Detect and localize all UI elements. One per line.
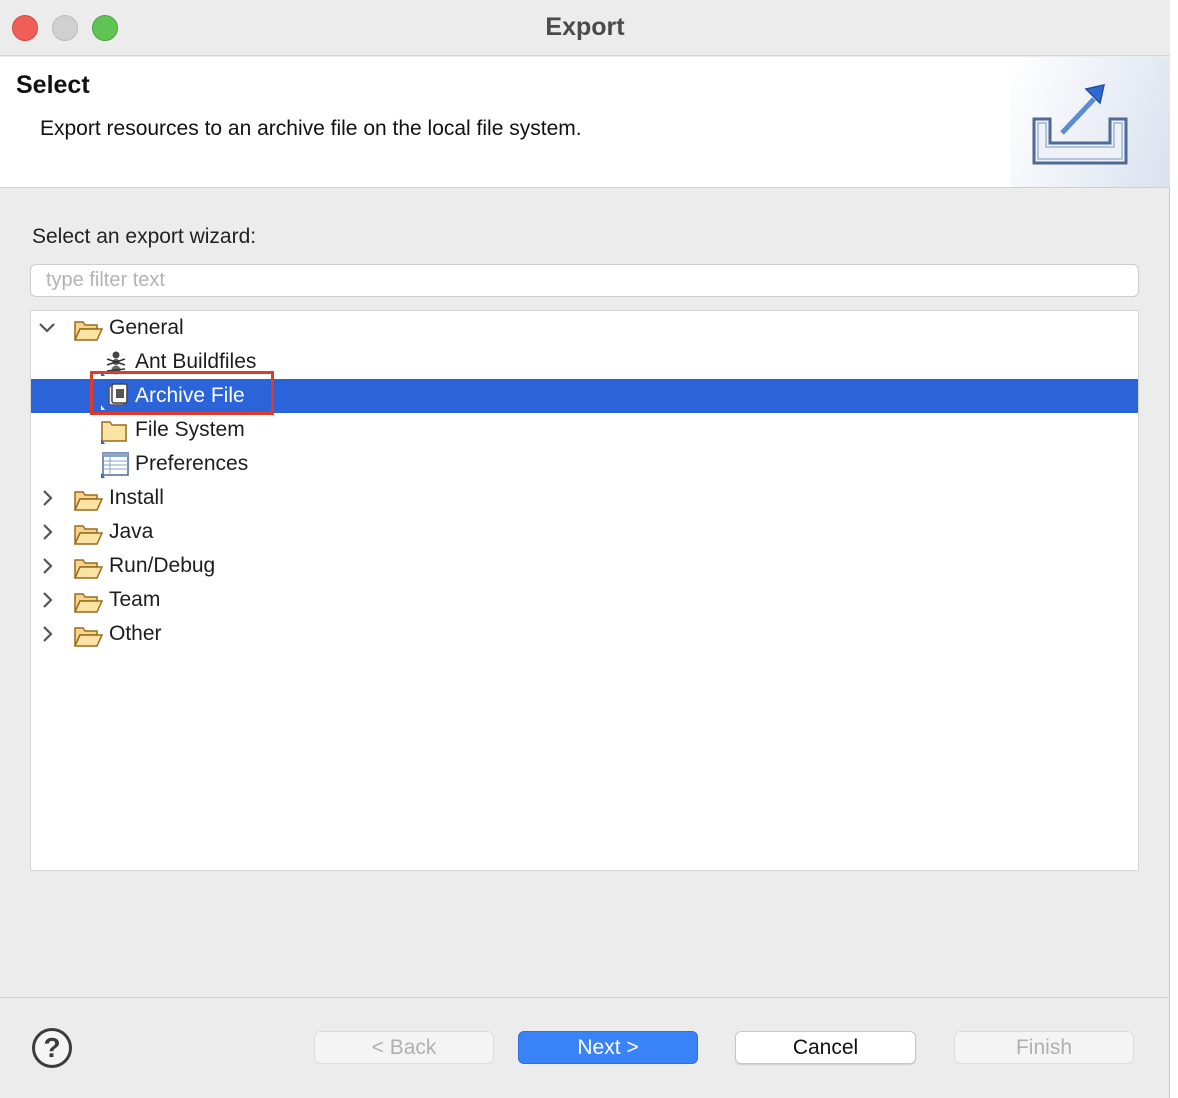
tree-item-label: File System <box>135 418 245 441</box>
tree-item-java[interactable]: Java <box>31 515 1138 549</box>
tree-item-label: Run/Debug <box>109 554 216 577</box>
preferences-icon <box>101 452 129 478</box>
wizard-prompt-label: Select an export wizard: <box>32 225 257 248</box>
filter-input[interactable] <box>30 264 1139 297</box>
chevron-right-icon[interactable] <box>37 554 57 578</box>
chevron-right-icon[interactable] <box>37 486 57 510</box>
back-button[interactable]: < Back <box>314 1031 494 1064</box>
footer-divider <box>0 997 1170 998</box>
cancel-button[interactable]: Cancel <box>735 1031 916 1064</box>
tree-item-preferences[interactable]: Preferences <box>31 447 1138 481</box>
folder-open-icon <box>73 491 103 511</box>
folder-open-icon <box>73 593 103 613</box>
finish-button[interactable]: Finish <box>954 1031 1134 1064</box>
export-wizard-icon <box>1032 84 1128 165</box>
chevron-right-icon[interactable] <box>37 622 57 646</box>
tree-item-label: General <box>109 316 184 339</box>
tree-item-label: Other <box>109 622 162 645</box>
title-bar: Export <box>0 0 1170 56</box>
archive-file-icon <box>101 383 128 410</box>
tree-item-run-debug[interactable]: Run/Debug <box>31 549 1138 583</box>
wizard-header: Select Export resources to an archive fi… <box>0 57 1170 188</box>
chevron-right-icon[interactable] <box>37 588 57 612</box>
tree-item-label: Archive File <box>135 384 245 407</box>
page-description: Export resources to an archive file on t… <box>40 117 582 140</box>
tree-item-team[interactable]: Team <box>31 583 1138 617</box>
folder-open-icon <box>73 321 103 341</box>
tree-item-label: Install <box>109 486 164 509</box>
next-button[interactable]: Next > <box>518 1031 698 1064</box>
help-button[interactable]: ? <box>32 1028 72 1068</box>
folder-open-icon <box>73 627 103 647</box>
export-dialog: Export Select Export resources to an arc… <box>0 0 1170 1098</box>
tree-item-install[interactable]: Install <box>31 481 1138 515</box>
tree-item-label: Preferences <box>135 452 249 475</box>
folder-icon <box>101 421 127 444</box>
wizard-tree[interactable]: General Ant Buildfiles Archive File File… <box>30 310 1139 871</box>
window-title: Export <box>545 13 625 41</box>
tree-item-other[interactable]: Other <box>31 617 1138 651</box>
folder-open-icon <box>73 559 103 579</box>
chevron-right-icon[interactable] <box>37 520 57 544</box>
tree-item-label: Java <box>109 520 154 543</box>
page-title: Select <box>16 71 90 99</box>
folder-open-icon <box>73 525 103 545</box>
chevron-down-icon[interactable] <box>37 316 57 340</box>
tree-item-file-system[interactable]: File System <box>31 413 1138 447</box>
tree-item-label: Team <box>109 588 161 611</box>
tree-item-general[interactable]: General <box>31 311 1138 345</box>
tree-item-archive-file[interactable]: Archive File <box>31 371 1138 415</box>
